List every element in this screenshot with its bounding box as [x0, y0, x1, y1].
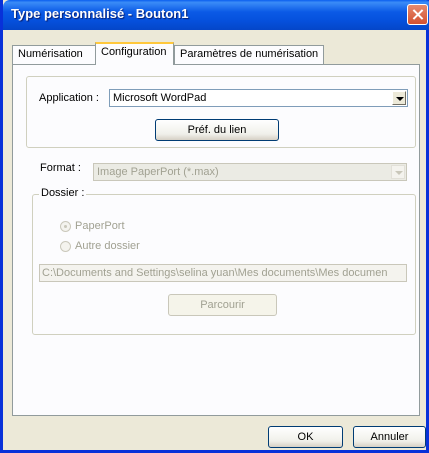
browse-button[interactable]: Parcourir — [168, 294, 277, 316]
application-select-value: Microsoft WordPad — [113, 92, 207, 104]
radio-paperport[interactable] — [60, 221, 71, 232]
chevron-down-icon[interactable] — [392, 91, 406, 105]
tab-configuration[interactable]: Configuration — [95, 42, 174, 65]
ok-button[interactable]: OK — [268, 426, 343, 448]
link-preferences-button[interactable]: Préf. du lien — [155, 119, 279, 141]
radio-autre-dossier-label: Autre dossier — [75, 240, 140, 252]
format-select-value: Image PaperPort (*.max) — [97, 166, 219, 178]
application-label: Application : — [39, 92, 99, 104]
format-label: Format : — [40, 162, 81, 174]
tab-label: Paramètres de numérisation — [180, 48, 319, 60]
radio-paperport-label: PaperPort — [75, 220, 125, 232]
chevron-down-icon[interactable] — [391, 165, 405, 179]
radio-autre-dossier[interactable] — [60, 241, 71, 252]
ok-button-label: OK — [297, 431, 314, 443]
tab-parametres-numerisation[interactable]: Paramètres de numérisation — [174, 45, 324, 64]
dialog-window: Type personnalisé - Bouton1 Numérisation… — [0, 0, 429, 453]
folder-path-value: C:\Documents and Settings\selina yuan\Me… — [42, 267, 388, 279]
window-title: Type personnalisé - Bouton1 — [11, 6, 189, 21]
dossier-legend: Dossier : — [39, 187, 87, 199]
cancel-button[interactable]: Annuler — [353, 426, 426, 448]
title-bar[interactable]: Type personnalisé - Bouton1 — [3, 0, 429, 30]
format-select[interactable]: Image PaperPort (*.max) — [93, 163, 407, 181]
close-icon[interactable] — [407, 4, 428, 25]
link-preferences-label: Préf. du lien — [187, 124, 247, 136]
application-select[interactable]: Microsoft WordPad — [109, 89, 408, 107]
tab-label: Numérisation — [18, 48, 83, 60]
browse-button-label: Parcourir — [200, 299, 245, 311]
folder-path-field[interactable]: C:\Documents and Settings\selina yuan\Me… — [39, 264, 407, 282]
tab-numerisation[interactable]: Numérisation — [12, 45, 96, 64]
cancel-button-label: Annuler — [370, 431, 409, 443]
tab-label: Configuration — [101, 46, 167, 58]
